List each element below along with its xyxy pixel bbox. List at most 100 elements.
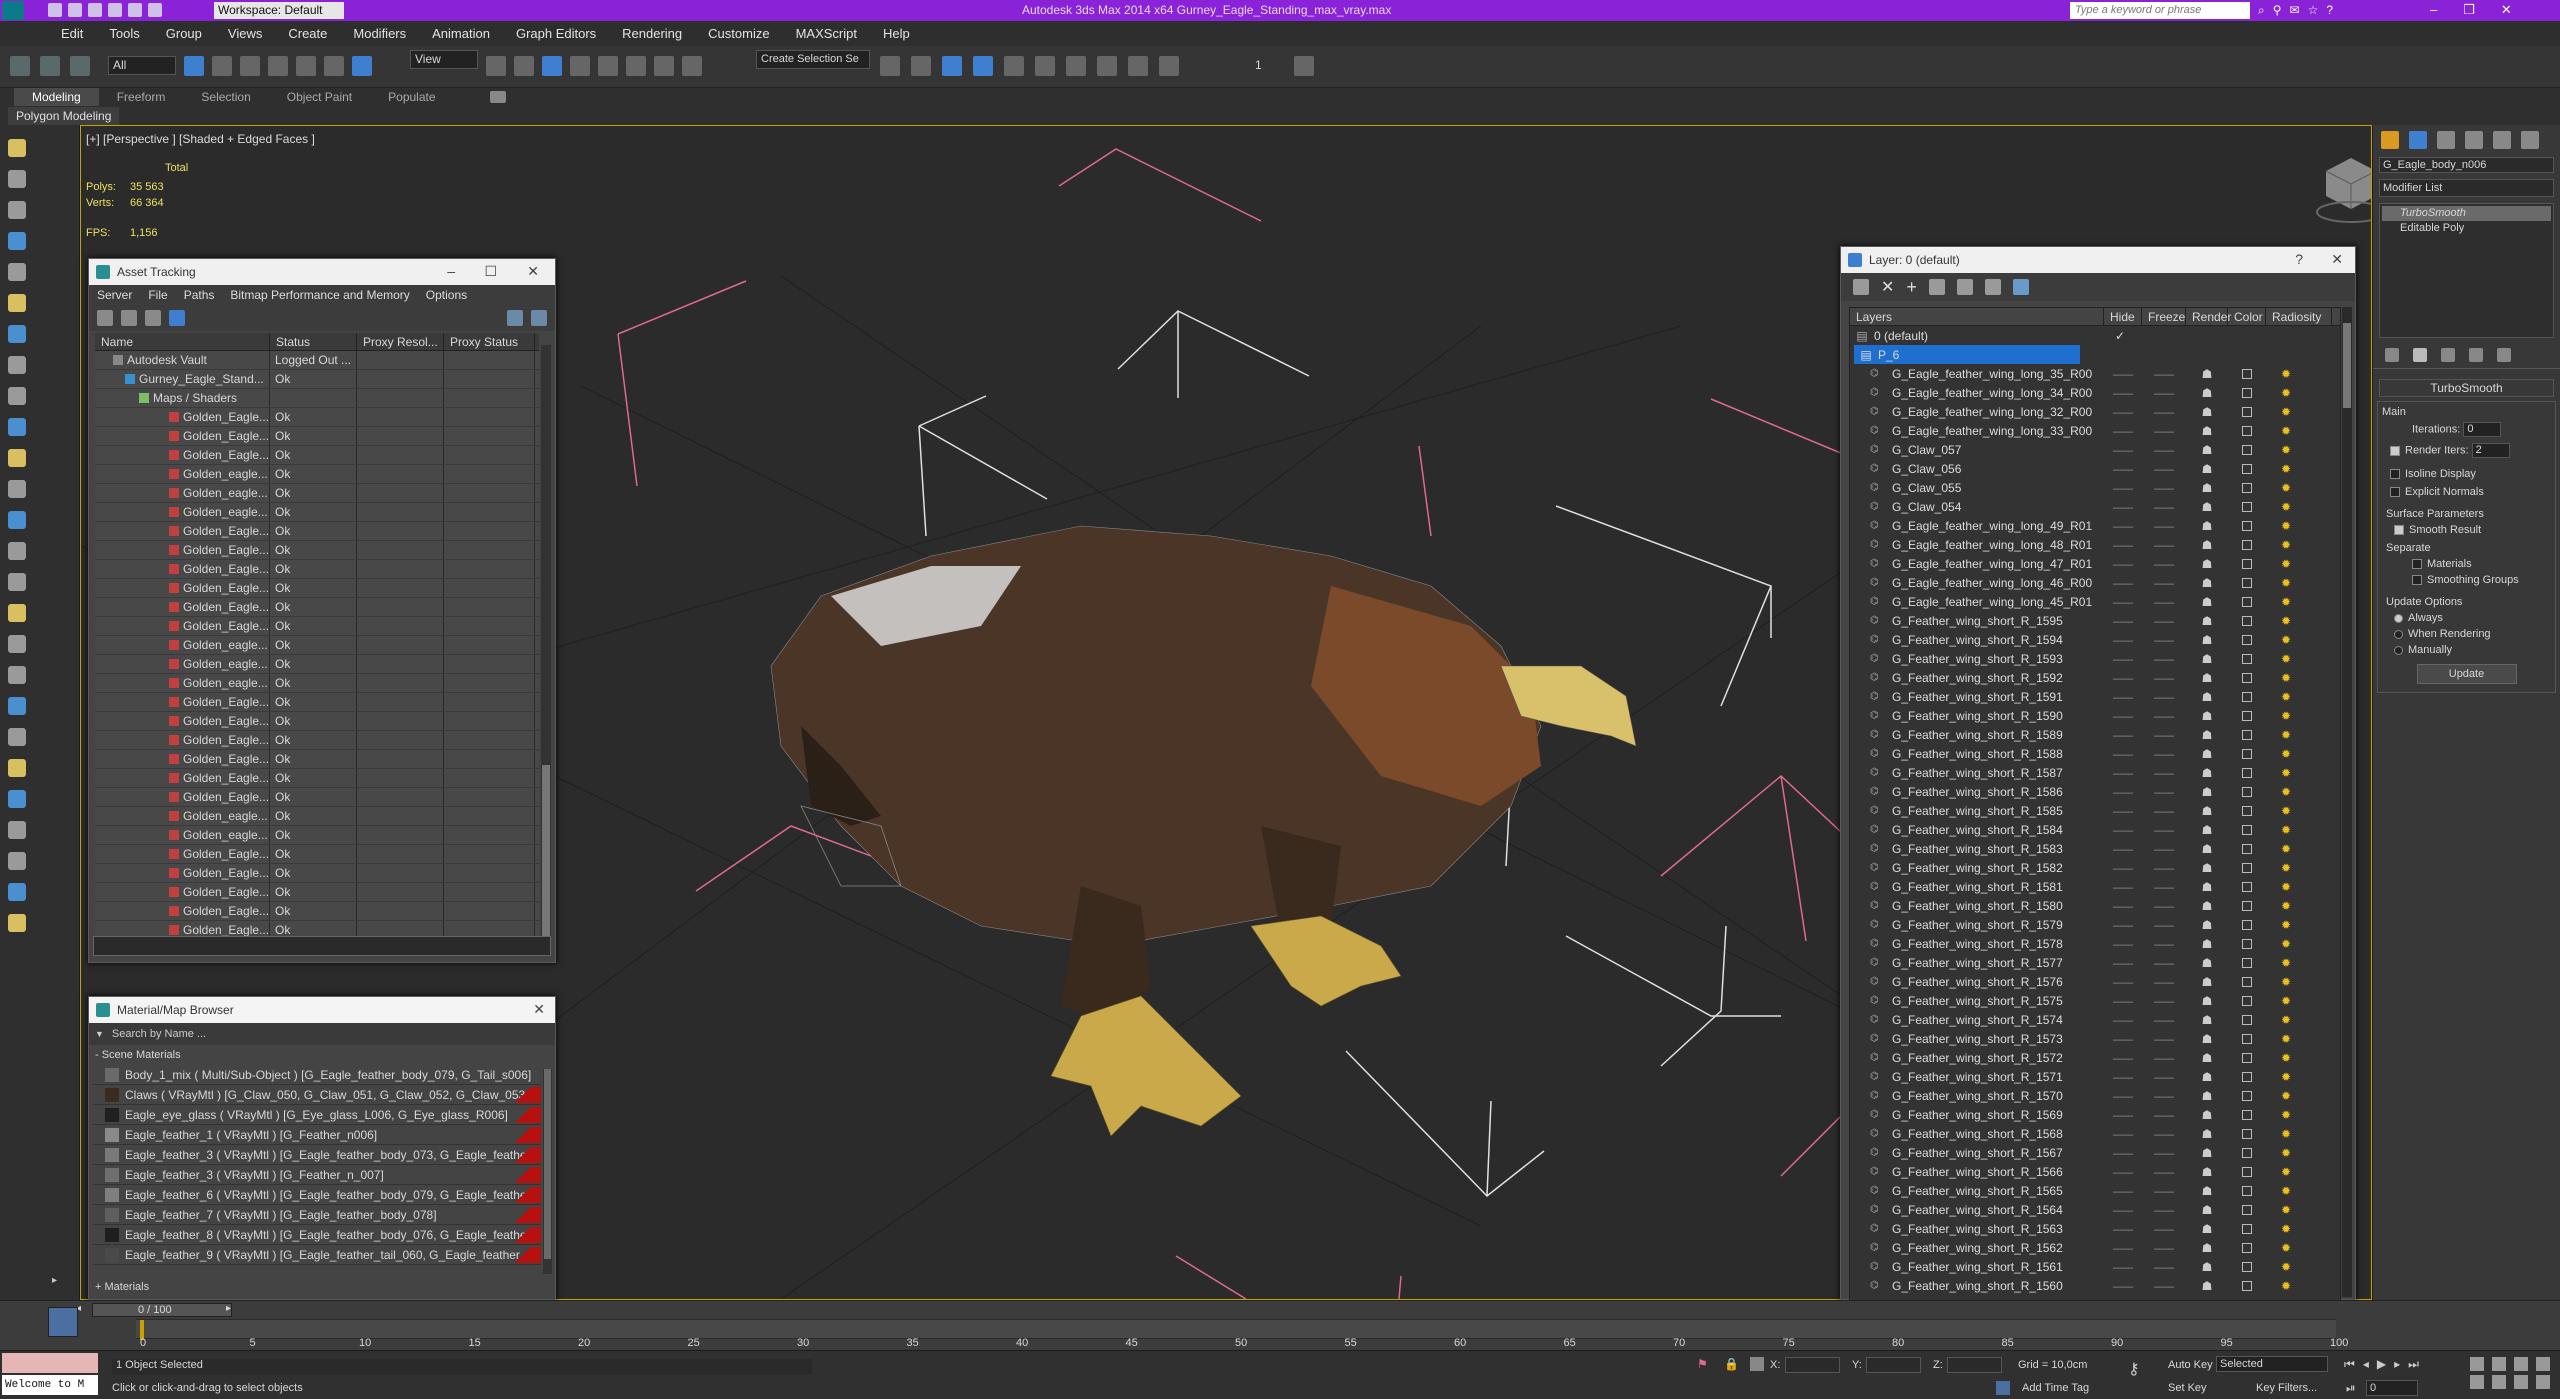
hide-toggle-icon[interactable]: –––	[2104, 804, 2142, 818]
layer-object-row[interactable]: ⌬ G_Feather_wing_short_R_1572 ––– ––– ☗ ✹	[1850, 1048, 2340, 1067]
new-file-icon[interactable]	[48, 3, 62, 17]
help-icon[interactable]	[8, 914, 26, 932]
radiosity-icon[interactable]: ✹	[2266, 1032, 2306, 1046]
layer-object-row[interactable]: ⌬ G_Feather_wing_short_R_1589 ––– ––– ☗ ✹	[1850, 725, 2340, 744]
freeze-toggle-icon[interactable]: –––	[2142, 1241, 2186, 1255]
freeze-toggle-icon[interactable]: –––	[2142, 937, 2186, 951]
color-swatch-icon[interactable]	[2242, 1166, 2252, 1177]
configure-sets-icon[interactable]	[2497, 348, 2511, 362]
color-swatch-icon[interactable]	[2242, 1204, 2252, 1215]
field-of-view-icon[interactable]	[2470, 1375, 2484, 1389]
hide-toggle-icon[interactable]: –––	[2104, 975, 2142, 989]
freeze-toggle-icon[interactable]: –––	[2142, 1222, 2186, 1236]
curve-editor-icon[interactable]	[1004, 56, 1024, 76]
color-swatch-icon[interactable]	[2242, 1090, 2252, 1101]
asset-menu-bitmap-performance-and-memory[interactable]: Bitmap Performance and Memory	[222, 288, 417, 302]
hide-toggle-icon[interactable]: –––	[2104, 595, 2142, 609]
material-browser-titlebar[interactable]: Material/Map Browser ✕	[89, 997, 555, 1023]
hide-toggle-icon[interactable]: –––	[2104, 652, 2142, 666]
freeze-toggle-icon[interactable]: –––	[2142, 690, 2186, 704]
freeze-toggle-icon[interactable]: –––	[2142, 671, 2186, 685]
snaps-toggle-icon[interactable]	[570, 56, 590, 76]
color-swatch-icon[interactable]	[2242, 900, 2252, 911]
hide-toggle-icon[interactable]: –––	[2104, 1165, 2142, 1179]
table-row[interactable]: Golden_Eagle...Ok	[95, 693, 539, 712]
color-swatch-icon[interactable]	[2242, 444, 2252, 455]
menu-views[interactable]: Views	[215, 26, 275, 41]
menu-edit[interactable]: Edit	[48, 26, 96, 41]
hide-toggle-icon[interactable]: –––	[2104, 671, 2142, 685]
hide-toggle-icon[interactable]: –––	[2104, 709, 2142, 723]
color-swatch-icon[interactable]	[2242, 501, 2252, 512]
render-toggle-icon[interactable]: ☗	[2186, 405, 2228, 419]
layer-object-row[interactable]: ⌬ G_Feather_wing_short_R_1564 ––– ––– ☗ ✹	[1850, 1200, 2340, 1219]
freeze-toggle-icon[interactable]: –––	[2142, 405, 2186, 419]
light-icon[interactable]	[8, 325, 26, 343]
table-row[interactable]: Golden_eagle... Ok	[95, 807, 539, 826]
table-row[interactable]: Golden_Eagle...Ok	[95, 408, 539, 427]
freeze-toggle-icon[interactable]: –––	[2142, 766, 2186, 780]
hide-toggle-icon[interactable]: –––	[2104, 386, 2142, 400]
hide-toggle-icon[interactable]: –––	[2104, 1203, 2142, 1217]
color-swatch-icon[interactable]	[2242, 1147, 2252, 1158]
table-row[interactable]: Golden_eagle... Ok	[95, 503, 539, 522]
rendered-frame-window-icon[interactable]	[1128, 56, 1148, 76]
freeze-toggle-icon[interactable]: –––	[2142, 500, 2186, 514]
communication-icon[interactable]: ✉	[2290, 3, 2300, 18]
radiosity-icon[interactable]: ✹	[2266, 1013, 2306, 1027]
color-swatch-icon[interactable]	[2242, 1242, 2252, 1253]
freeze-toggle-icon[interactable]: –––	[2142, 1108, 2186, 1122]
freeze-toggle-icon[interactable]: –––	[2142, 728, 2186, 742]
col-status[interactable]: Status	[270, 333, 357, 350]
layer-object-row[interactable]: ⌬ G_Claw_056 ––– ––– ☗ ✹	[1850, 459, 2340, 478]
help-icon[interactable]: ?	[2326, 3, 2333, 18]
viewport-layout-arrow-icon[interactable]: ▸	[52, 1275, 57, 1286]
update-button[interactable]: Update	[2416, 664, 2517, 684]
hide-toggle-icon[interactable]: –––	[2104, 1013, 2142, 1027]
freeze-toggle-icon[interactable]: –––	[2142, 519, 2186, 533]
menu-create[interactable]: Create	[275, 26, 340, 41]
close-icon[interactable]: ✕	[533, 1001, 545, 1018]
select-objects-icon[interactable]	[1928, 279, 1945, 295]
iterations-spinner[interactable]: 0	[2463, 422, 2502, 437]
layer-object-row[interactable]: ⌬ G_Feather_wing_short_R_1585 ––– ––– ☗ ✹	[1850, 801, 2340, 820]
color-swatch-icon[interactable]	[2242, 463, 2252, 474]
close-icon[interactable]: ✕	[2501, 2, 2512, 18]
freeze-toggle-icon[interactable]: –––	[2142, 823, 2186, 837]
layer-object-row[interactable]: ⌬ G_Feather_wing_short_R_1580 ––– ––– ☗ ✹	[1850, 896, 2340, 915]
use-pivot-center-icon[interactable]	[486, 56, 506, 76]
render-toggle-icon[interactable]: ☗	[2186, 1241, 2228, 1255]
render-teapot-icon[interactable]	[1294, 56, 1314, 76]
render-toggle-icon[interactable]: ☗	[2186, 519, 2228, 533]
render-toggle-icon[interactable]: ☗	[2186, 785, 2228, 799]
radiosity-icon[interactable]: ✹	[2266, 557, 2306, 571]
mesh-icon[interactable]	[8, 852, 26, 870]
list-item[interactable]: Eagle_eye_glass ( VRayMtl ) [G_Eye_glass…	[93, 1105, 541, 1125]
table-row[interactable]: Golden_Eagle...Ok	[95, 446, 539, 465]
door-icon[interactable]	[8, 666, 26, 684]
radiosity-icon[interactable]: ✹	[2266, 899, 2306, 913]
open-file-icon[interactable]	[68, 3, 82, 17]
table-row[interactable]: Golden_Eagle...Ok	[95, 731, 539, 750]
asset-path-field[interactable]	[93, 936, 551, 956]
refresh-icon[interactable]	[97, 310, 113, 326]
color-swatch-icon[interactable]	[2242, 653, 2252, 664]
systems-icon[interactable]	[8, 418, 26, 436]
material-search-input[interactable]: Search by Name ...	[112, 1028, 206, 1040]
dynamics-icon[interactable]	[8, 573, 26, 591]
radiosity-icon[interactable]: ✹	[2266, 880, 2306, 894]
table-row[interactable]: Golden_eagle... Ok	[95, 636, 539, 655]
list-item[interactable]: Eagle_feather_9 ( VRayMtl ) [G_Eagle_fea…	[93, 1245, 541, 1265]
render-toggle-icon[interactable]: ☗	[2186, 671, 2228, 685]
layer-object-row[interactable]: ⌬ G_Claw_054 ––– ––– ☗ ✹	[1850, 497, 2340, 516]
create-tab-icon[interactable]	[2381, 131, 2399, 149]
freeze-toggle-icon[interactable]: –––	[2142, 861, 2186, 875]
layer-object-row[interactable]: ⌬ G_Feather_wing_short_R_1578 ––– ––– ☗ ✹	[1850, 934, 2340, 953]
col-render[interactable]: Render	[2186, 308, 2231, 325]
radiosity-icon[interactable]: ✹	[2266, 823, 2306, 837]
asset-menu-file[interactable]: File	[140, 288, 175, 302]
render-toggle-icon[interactable]: ☗	[2186, 1127, 2228, 1141]
render-toggle-icon[interactable]: ☗	[2186, 956, 2228, 970]
isoline-checkbox[interactable]	[2390, 469, 2400, 480]
bind-space-warp-icon[interactable]	[70, 56, 90, 76]
